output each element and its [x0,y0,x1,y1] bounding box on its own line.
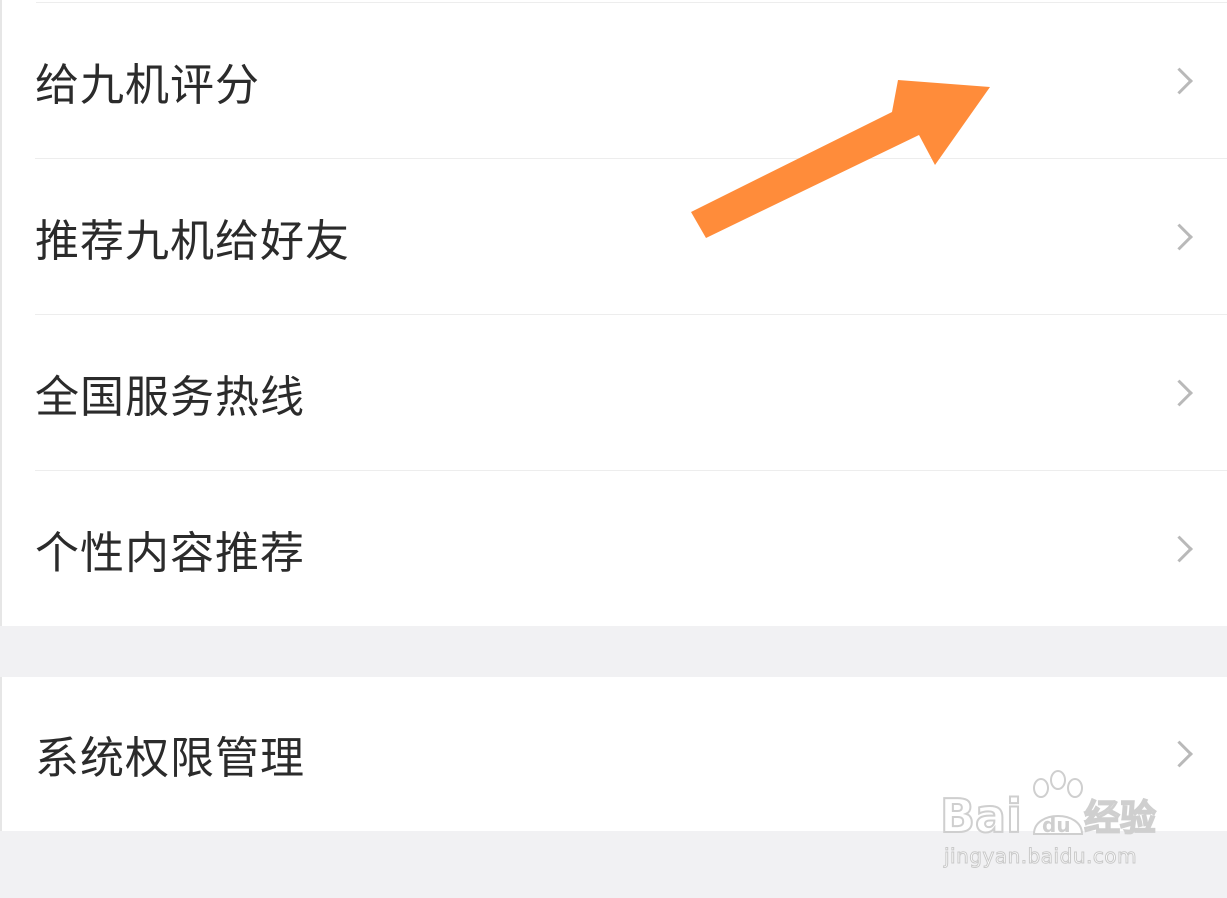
personalized-recommendation-label: 个性内容推荐 [35,527,305,579]
recommend-to-friends-row[interactable]: 推荐九机给好友 [2,159,1227,315]
chevron-right-icon [1166,535,1193,562]
system-permissions-row[interactable]: 系统权限管理 [2,677,1227,831]
service-hotline-label: 全国服务热线 [35,372,305,423]
chevron-right-icon [1166,740,1193,768]
chevron-right-icon [1166,67,1193,95]
recommend-to-friends-label: 推荐九机给好友 [35,216,350,267]
system-permissions-label: 系统权限管理 [35,733,305,784]
service-hotline-row[interactable]: 全国服务热线 [2,315,1227,471]
personalized-recommendation-row[interactable]: 个性内容推荐 [2,471,1227,626]
rate-app-label: 给九机评分 [35,60,260,111]
chevron-right-icon [1166,379,1193,407]
chevron-right-icon [1166,223,1193,251]
rate-app-row[interactable]: 给九机评分 [2,3,1227,159]
watermark-url: jingyan.baidu.com [943,844,1138,869]
settings-group-main: 给九机评分 推荐九机给好友 全国服务热线 个性内容推荐 [0,0,1227,626]
settings-group-permissions: 系统权限管理 [0,677,1227,831]
